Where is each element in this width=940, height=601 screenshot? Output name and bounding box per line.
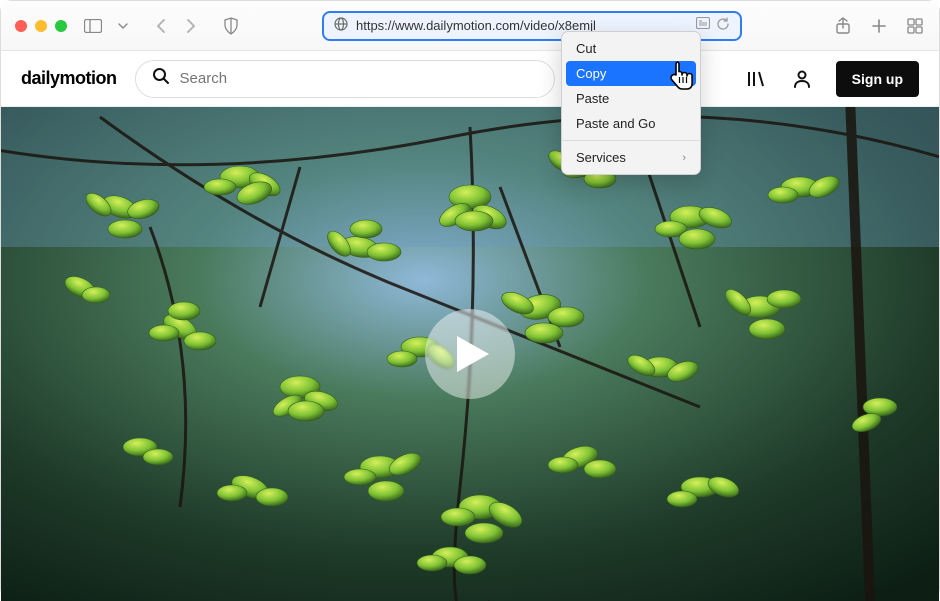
globe-icon xyxy=(334,17,348,34)
tab-overview-icon[interactable] xyxy=(905,16,925,36)
brand-logo[interactable]: dailymotion xyxy=(21,68,117,89)
share-icon[interactable] xyxy=(833,16,853,36)
context-menu-separator xyxy=(562,140,700,141)
context-menu-paste[interactable]: Paste xyxy=(562,86,700,111)
refresh-icon[interactable] xyxy=(716,17,730,34)
browser-toolbar: https://www.dailymotion.com/video/x8emjl xyxy=(1,1,939,51)
dropdown-chevron-icon[interactable] xyxy=(113,16,133,36)
context-menu-services[interactable]: Services› xyxy=(562,145,700,170)
context-menu-copy[interactable]: Copy xyxy=(566,61,696,86)
search-field[interactable] xyxy=(135,60,555,98)
context-menu-cut[interactable]: Cut xyxy=(562,36,700,61)
video-player[interactable] xyxy=(1,107,939,601)
chevron-right-icon: › xyxy=(682,152,686,164)
signup-button[interactable]: Sign up xyxy=(836,61,919,97)
context-menu-paste-and-go[interactable]: Paste and Go xyxy=(562,111,700,136)
maximize-window-button[interactable] xyxy=(55,20,67,32)
sidebar-toggle-icon[interactable] xyxy=(83,16,103,36)
play-button[interactable] xyxy=(425,309,515,399)
minimize-window-button[interactable] xyxy=(35,20,47,32)
window-controls xyxy=(15,20,67,32)
shield-icon[interactable] xyxy=(221,16,241,36)
back-button[interactable] xyxy=(151,16,171,36)
new-tab-icon[interactable] xyxy=(869,16,889,36)
address-bar-actions xyxy=(696,17,730,34)
close-window-button[interactable] xyxy=(15,20,27,32)
site-header: dailymotion Sign up xyxy=(1,51,939,107)
account-icon[interactable] xyxy=(790,67,814,91)
search-icon xyxy=(152,67,170,90)
library-icon[interactable] xyxy=(744,67,768,91)
search-input[interactable] xyxy=(180,70,538,87)
forward-button[interactable] xyxy=(181,16,201,36)
context-menu: Cut Copy Paste Paste and Go Services› xyxy=(561,31,701,175)
